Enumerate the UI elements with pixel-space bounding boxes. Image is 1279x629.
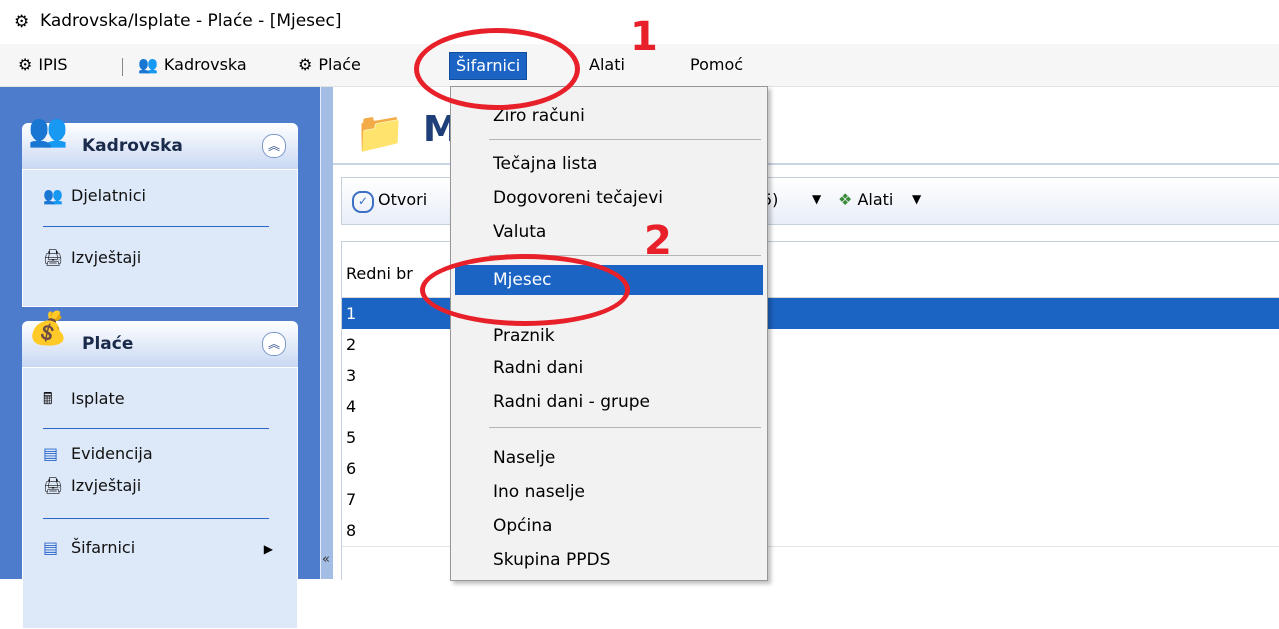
- menu-item-radni-dani-grupe[interactable]: Radni dani - grupe: [455, 387, 763, 417]
- group-place-header[interactable]: 💰 Plaće ︽: [22, 309, 298, 367]
- menu-kadrovska-label: Kadrovska: [163, 55, 247, 74]
- menu-item-praznik[interactable]: Praznik: [455, 321, 763, 351]
- column-header-label: Redni br: [346, 264, 413, 283]
- tools-button-label: Alati: [857, 190, 894, 209]
- people-icon: 👥: [138, 55, 158, 74]
- menu-item-valuta[interactable]: Valuta: [455, 217, 763, 247]
- menu-item-opcina[interactable]: Općina: [455, 511, 763, 541]
- nav-divider: [43, 428, 269, 429]
- nav-divider: [43, 518, 269, 519]
- menu-item-label: Radni dani - grupe: [493, 392, 651, 412]
- sidebar-item-label: Isplate: [71, 389, 125, 408]
- sifarnici-dropdown-menu: Žiro računi Tečajna lista Dogovoreni teč…: [450, 86, 768, 581]
- sidebar-item-label: Evidencija: [71, 444, 153, 463]
- table-icon: ▤: [43, 538, 59, 557]
- window-title: Kadrovska/Isplate - Plaće - [Mjesec]: [40, 11, 342, 31]
- check-circle-icon: ✓: [352, 191, 374, 213]
- sidebar-item-label: Djelatnici: [71, 186, 146, 205]
- menu-item-dogovoreni-tecajevi[interactable]: Dogovoreni tečajevi: [455, 183, 763, 213]
- open-button[interactable]: ✓ Otvori: [352, 190, 427, 213]
- menu-pomoc[interactable]: Pomoć: [684, 52, 749, 78]
- coins-icon: 💰: [28, 309, 68, 347]
- menu-item-label: Tečajna lista: [493, 154, 598, 174]
- sidebar-item-label: Izvještaji: [71, 248, 142, 267]
- gear-icon: ⚙: [298, 55, 313, 74]
- menu-item-tecajna-lista[interactable]: Tečajna lista: [455, 149, 763, 179]
- menu-kadrovska[interactable]: 👥 Kadrovska: [132, 52, 253, 78]
- menu-place[interactable]: ⚙ Plaće: [292, 52, 367, 78]
- menu-item-skupina-ppds[interactable]: Skupina PPDS: [455, 545, 763, 575]
- people-icon: 👥: [43, 186, 63, 205]
- people-icon: 👥: [28, 111, 68, 149]
- menu-item-radni-dani[interactable]: Radni dani: [455, 353, 763, 383]
- cell: 8: [346, 521, 357, 540]
- tools-button[interactable]: ❖ Alati: [838, 190, 893, 209]
- dropdown-arrow-icon[interactable]: ▼: [912, 192, 921, 206]
- menu-pomoc-label: Pomoć: [690, 55, 744, 74]
- open-button-label: Otvori: [378, 190, 428, 209]
- group-kadrovska-body: 👥 Djelatnici 🖨 Izvještaji: [22, 169, 298, 307]
- nav-divider: [43, 226, 269, 227]
- folder-icon: 📁: [355, 110, 405, 156]
- printer-icon: 🖨: [43, 476, 64, 495]
- menu-place-label: Plaće: [318, 55, 361, 74]
- annotation-number-2: 2: [644, 218, 672, 264]
- menu-ipis[interactable]: ⚙ IPIS: [12, 52, 74, 78]
- group-place-label: Plaće: [82, 334, 134, 354]
- collapse-left-icon[interactable]: «: [322, 552, 330, 567]
- sidebar-item-label: Šifarnici: [71, 538, 136, 557]
- cell: 1: [346, 304, 357, 323]
- menu-item-naselje[interactable]: Naselje: [455, 443, 763, 473]
- cell: 2: [346, 335, 357, 354]
- sidebar-item-isplate[interactable]: 🖩 Isplate: [43, 388, 125, 415]
- menu-item-label: Općina: [493, 516, 553, 536]
- collapse-chevron-icon[interactable]: ︽: [262, 134, 286, 158]
- cell: 4: [346, 397, 357, 416]
- menu-item-label: Valuta: [493, 222, 547, 242]
- gear-icon: ⚙: [18, 55, 33, 74]
- app-gear-icon: ⚙: [14, 12, 30, 32]
- menu-item-label: Ino naselje: [493, 482, 586, 502]
- menu-item-ino-naselje[interactable]: Ino naselje: [455, 477, 763, 507]
- cell: 7: [346, 490, 357, 509]
- group-kadrovska-label: Kadrovska: [82, 136, 183, 156]
- sidebar-item-sifarnici[interactable]: ▤ Šifarnici: [43, 538, 135, 557]
- menu-item-label: Radni dani: [493, 358, 584, 378]
- sidebar-splitter[interactable]: [320, 87, 333, 579]
- sidebar-item-izvjestaji-place[interactable]: 🖨 Izvještaji: [43, 476, 141, 495]
- dropdown-arrow-icon[interactable]: ▼: [812, 192, 821, 206]
- annotation-number-1: 1: [630, 14, 658, 60]
- menu-separator: [489, 139, 761, 140]
- printer-icon: 🖨: [43, 248, 64, 267]
- group-kadrovska-header[interactable]: 👥 Kadrovska ︽: [22, 111, 298, 169]
- menu-alati-label: Alati: [589, 55, 625, 74]
- calculator-icon: 🖩: [43, 389, 53, 408]
- table-icon: ▤: [43, 444, 59, 463]
- sidebar-item-evidencija[interactable]: ▤ Evidencija: [43, 444, 153, 463]
- tools-icon: ❖: [838, 190, 853, 209]
- submenu-arrow-icon: ▶: [263, 542, 273, 556]
- sidebar-item-label: Izvještaji: [71, 476, 142, 495]
- menu-item-label: Dogovoreni tečajevi: [493, 188, 663, 208]
- menu-item-label: Praznik: [493, 326, 555, 346]
- cell: 5: [346, 428, 357, 447]
- menu-item-label: Naselje: [493, 448, 556, 468]
- sidebar-item-djelatnici[interactable]: 👥 Djelatnici: [43, 186, 146, 205]
- menu-alati[interactable]: Alati: [583, 52, 631, 78]
- menu-separator: [489, 427, 761, 428]
- annotation-circle-2: [420, 254, 630, 326]
- cell: 6: [346, 459, 357, 478]
- cell: 3: [346, 366, 357, 385]
- annotation-circle-1: [414, 28, 580, 110]
- group-place-body: 🖩 Isplate ▤ Evidencija 🖨 Izvještaji ▤ Šifarn…: [22, 367, 298, 629]
- collapse-chevron-icon[interactable]: ︽: [262, 332, 286, 356]
- menu-item-label: Skupina PPDS: [493, 550, 611, 570]
- menu-ipis-label: IPIS: [38, 55, 68, 74]
- sidebar: 👥 Kadrovska ︽ 👥 Djelatnici 🖨 Izvještaji 💰 …: [0, 87, 320, 629]
- menu-separator: [122, 58, 123, 76]
- sidebar-item-izvjestaji[interactable]: 🖨 Izvještaji: [43, 248, 141, 267]
